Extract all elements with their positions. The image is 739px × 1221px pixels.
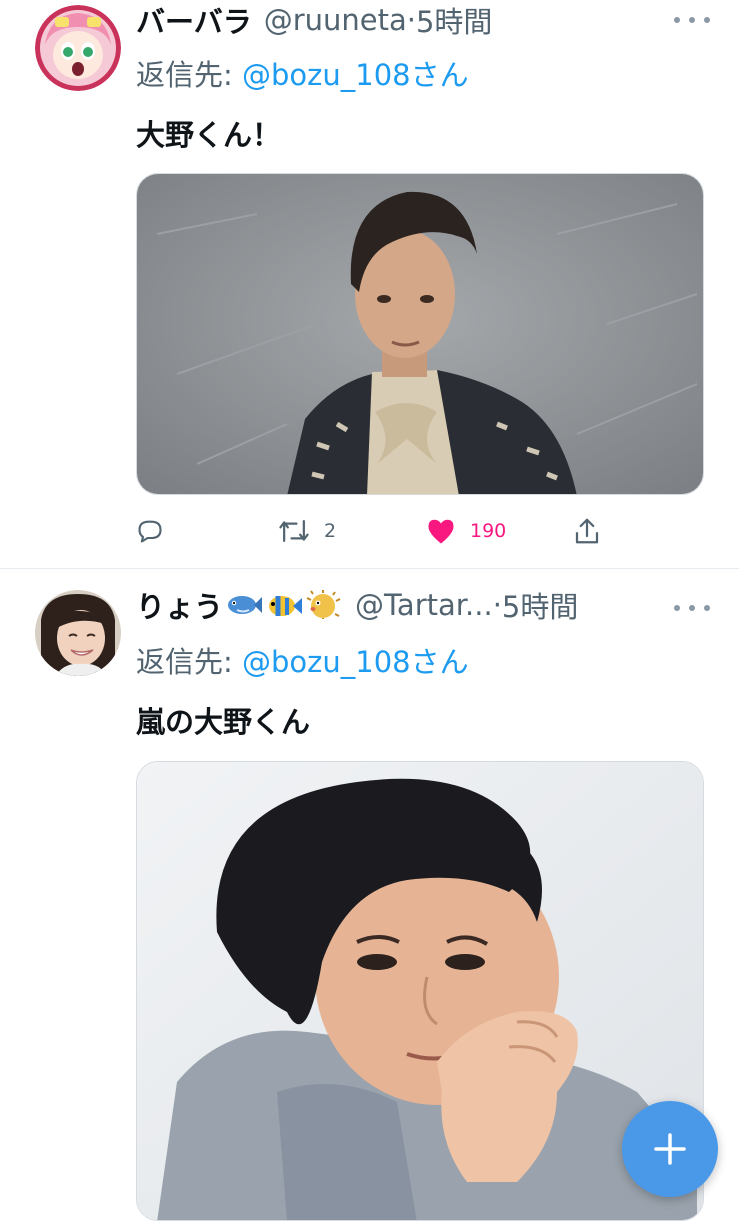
display-name[interactable]: バーバラ xyxy=(136,0,252,41)
more-icon[interactable] xyxy=(674,10,710,30)
share-icon xyxy=(575,518,599,544)
share-button[interactable] xyxy=(573,513,601,549)
reply-context: 返信先: @bozu_108さん xyxy=(136,639,469,681)
tweet[interactable]: りょう @Tartar... · 5時間 返信先: @bozu_108さん 嵐の… xyxy=(0,569,739,1221)
separator-dot: · xyxy=(492,588,502,622)
like-button[interactable]: 190 xyxy=(426,513,506,549)
compose-button[interactable] xyxy=(622,1101,718,1197)
blue-fish-icon xyxy=(228,596,263,614)
tweet-text: 大野くん！ xyxy=(136,118,282,152)
reply-to-link[interactable]: @bozu_108さん xyxy=(242,58,469,92)
reply-button[interactable] xyxy=(136,513,164,549)
retweet-icon xyxy=(279,520,309,542)
avatar[interactable] xyxy=(35,590,121,676)
like-icon xyxy=(428,519,454,544)
blowfish-icon xyxy=(306,590,341,619)
timestamp[interactable]: 5時間 xyxy=(416,0,492,41)
reply-prefix: 返信先: xyxy=(136,58,242,92)
tweet-header: バーバラ @ruuneta · 5時間 xyxy=(136,0,492,40)
reply-to-link[interactable]: @bozu_108さん xyxy=(242,645,469,679)
photo xyxy=(137,174,703,494)
separator-dot: · xyxy=(406,3,416,37)
reply-context: 返信先: @bozu_108さん xyxy=(136,52,469,94)
photo xyxy=(137,762,703,1220)
tweet[interactable]: バーバラ @ruuneta · 5時間 返信先: @bozu_108さん 大野く… xyxy=(0,0,739,568)
display-name[interactable]: りょう xyxy=(136,584,223,626)
retweet-button[interactable]: 2 xyxy=(278,513,336,549)
tweet-media[interactable] xyxy=(136,761,704,1221)
handle[interactable]: @Tartar... xyxy=(355,588,493,622)
tweet-text: 嵐の大野くん xyxy=(136,705,311,739)
handle[interactable]: @ruuneta xyxy=(264,3,407,37)
reply-icon xyxy=(138,520,162,543)
compose-plus-icon xyxy=(654,1133,686,1165)
like-count: 190 xyxy=(470,520,507,542)
reply-prefix: 返信先: xyxy=(136,645,242,679)
action-bar: 2 190 xyxy=(136,513,616,549)
timestamp[interactable]: 5時間 xyxy=(502,584,578,626)
tropical-fish-icon xyxy=(269,596,303,616)
retweet-count: 2 xyxy=(324,520,337,542)
more-icon[interactable] xyxy=(674,598,710,618)
avatar[interactable] xyxy=(35,5,121,91)
tweet-media[interactable] xyxy=(136,173,704,495)
tweet-header: りょう @Tartar... · 5時間 xyxy=(136,585,578,625)
